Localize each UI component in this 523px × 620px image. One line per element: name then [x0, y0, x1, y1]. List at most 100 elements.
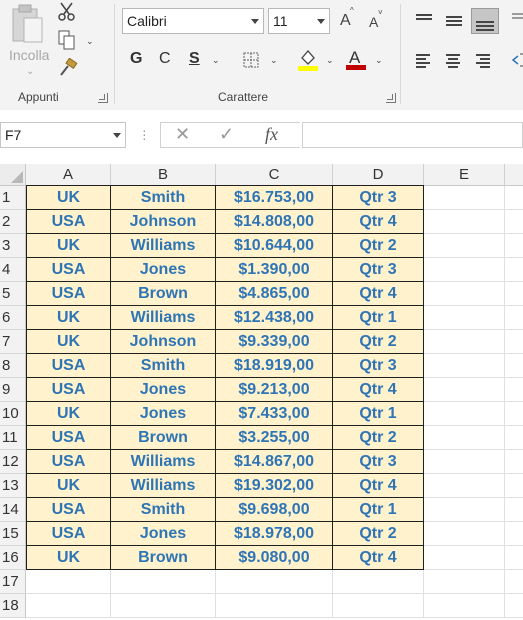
empty-cell[interactable] [333, 570, 424, 594]
empty-cell[interactable] [424, 402, 505, 426]
copy-icon[interactable] [58, 30, 76, 50]
row-header[interactable]: 3 [0, 234, 26, 258]
empty-cell[interactable] [424, 354, 505, 378]
table-cell[interactable]: $16.753,00 [216, 185, 333, 210]
empty-cell[interactable] [333, 594, 424, 618]
row-header[interactable]: 7 [0, 330, 26, 354]
table-cell[interactable]: Qtr 3 [333, 354, 424, 378]
table-cell[interactable]: $12.438,00 [216, 306, 333, 330]
table-cell[interactable]: Qtr 1 [333, 498, 424, 522]
table-cell[interactable]: Jones [111, 258, 216, 282]
table-cell[interactable]: $9.080,00 [216, 546, 333, 570]
decrease-font-size-button[interactable]: A [369, 14, 378, 30]
empty-cell[interactable] [505, 570, 523, 594]
table-cell[interactable]: Brown [111, 282, 216, 306]
table-cell[interactable]: $9.213,00 [216, 378, 333, 402]
table-cell[interactable]: $9.698,00 [216, 498, 333, 522]
column-header-b[interactable]: B [111, 164, 216, 186]
enter-icon[interactable]: ✓ [219, 124, 234, 145]
align-middle-button[interactable] [443, 8, 465, 30]
table-cell[interactable]: Qtr 3 [333, 450, 424, 474]
align-left-button[interactable] [413, 50, 435, 72]
empty-cell[interactable] [424, 498, 505, 522]
empty-cell[interactable] [216, 594, 333, 618]
row-header[interactable]: 6 [0, 306, 26, 330]
table-cell[interactable]: Qtr 3 [333, 258, 424, 282]
empty-cell[interactable] [505, 474, 523, 498]
table-cell[interactable]: USA [26, 354, 111, 378]
empty-cell[interactable] [424, 450, 505, 474]
row-header[interactable]: 10 [0, 402, 26, 426]
table-cell[interactable]: USA [26, 426, 111, 450]
table-cell[interactable]: Qtr 4 [333, 546, 424, 570]
empty-cell[interactable] [424, 210, 505, 234]
empty-cell[interactable] [505, 234, 523, 258]
empty-cell[interactable] [505, 402, 523, 426]
empty-cell[interactable] [424, 330, 505, 354]
empty-cell[interactable] [111, 570, 216, 594]
empty-cell[interactable] [424, 378, 505, 402]
empty-cell[interactable] [424, 570, 505, 594]
table-cell[interactable]: $3.255,00 [216, 426, 333, 450]
table-cell[interactable]: Williams [111, 306, 216, 330]
row-header[interactable]: 4 [0, 258, 26, 282]
table-cell[interactable]: USA [26, 450, 111, 474]
empty-cell[interactable] [26, 570, 111, 594]
fill-color-icon[interactable] [297, 48, 319, 72]
align-right-button[interactable] [473, 50, 495, 72]
row-header[interactable]: 8 [0, 354, 26, 378]
table-cell[interactable]: $1.390,00 [216, 258, 333, 282]
table-cell[interactable]: UK [26, 306, 111, 330]
cancel-icon[interactable]: ✕ [175, 124, 190, 145]
table-cell[interactable]: USA [26, 210, 111, 234]
table-cell[interactable]: Qtr 4 [333, 210, 424, 234]
table-cell[interactable]: Qtr 1 [333, 402, 424, 426]
empty-cell[interactable] [424, 594, 505, 618]
table-cell[interactable]: $18.978,00 [216, 522, 333, 546]
row-header[interactable]: 13 [0, 474, 26, 498]
row-header[interactable]: 17 [0, 570, 26, 594]
empty-cell[interactable] [111, 594, 216, 618]
font-launcher-icon[interactable] [386, 93, 396, 103]
table-cell[interactable]: Qtr 2 [333, 426, 424, 450]
table-cell[interactable]: $14.808,00 [216, 210, 333, 234]
table-cell[interactable]: $10.644,00 [216, 234, 333, 258]
table-cell[interactable]: $14.867,00 [216, 450, 333, 474]
table-cell[interactable]: Brown [111, 546, 216, 570]
chevron-down-icon[interactable]: ⌄ [26, 66, 34, 77]
empty-cell[interactable] [505, 354, 523, 378]
chevron-down-icon[interactable]: ⌄ [270, 55, 278, 66]
table-cell[interactable]: Williams [111, 234, 216, 258]
empty-cell[interactable] [424, 522, 505, 546]
table-cell[interactable]: Jones [111, 522, 216, 546]
empty-cell[interactable] [505, 210, 523, 234]
row-header[interactable]: 9 [0, 378, 26, 402]
align-top-button[interactable] [413, 8, 435, 30]
empty-cell[interactable] [505, 450, 523, 474]
table-cell[interactable]: Jones [111, 402, 216, 426]
select-all-button[interactable] [0, 164, 26, 186]
empty-cell[interactable] [505, 522, 523, 546]
empty-cell[interactable] [505, 186, 523, 210]
name-box[interactable]: F7 [0, 122, 126, 148]
empty-cell[interactable] [424, 306, 505, 330]
empty-cell[interactable] [424, 546, 505, 570]
spreadsheet-grid[interactable]: A B C D E 1 UK Smith $16.753,00 Qtr 3 2 USA Johnson $… [0, 164, 523, 620]
row-header[interactable]: 11 [0, 426, 26, 450]
table-cell[interactable]: Smith [111, 498, 216, 522]
table-cell[interactable]: USA [26, 498, 111, 522]
empty-cell[interactable] [424, 474, 505, 498]
table-cell[interactable]: $9.339,00 [216, 330, 333, 354]
empty-cell[interactable] [26, 594, 111, 618]
table-cell[interactable]: Brown [111, 426, 216, 450]
table-cell[interactable]: UK [26, 402, 111, 426]
chevron-down-icon[interactable]: ⌄ [326, 55, 334, 66]
chevron-down-icon[interactable]: ⌄ [86, 36, 94, 47]
chevron-down-icon[interactable]: ⌄ [212, 55, 220, 66]
table-cell[interactable]: UK [26, 546, 111, 570]
table-cell[interactable]: USA [26, 522, 111, 546]
font-size-dropdown[interactable]: 11 [268, 8, 330, 34]
table-cell[interactable]: USA [26, 258, 111, 282]
empty-cell[interactable] [505, 498, 523, 522]
table-cell[interactable]: UK [26, 185, 111, 210]
